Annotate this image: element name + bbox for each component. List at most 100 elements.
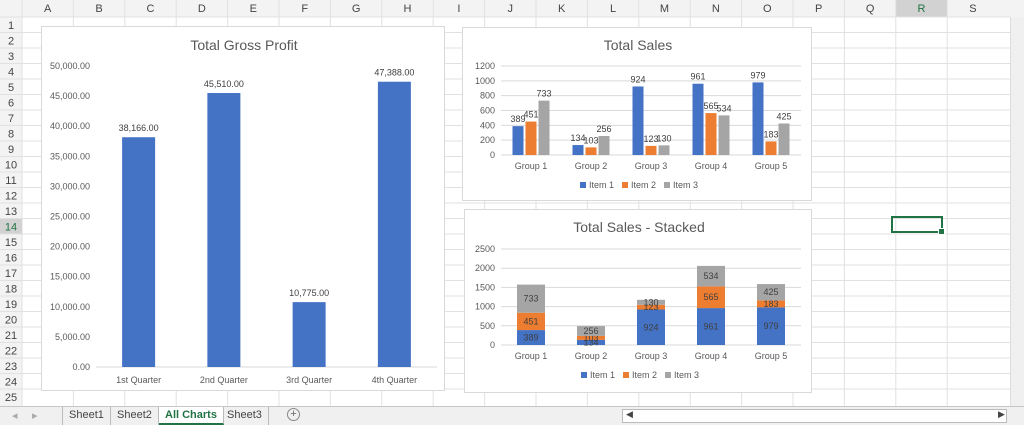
bar[interactable] bbox=[632, 86, 644, 155]
row-header[interactable]: 12 bbox=[5, 191, 17, 203]
column-header[interactable]: B bbox=[95, 3, 102, 15]
row-header[interactable]: 22 bbox=[5, 346, 17, 358]
bar[interactable] bbox=[122, 137, 156, 367]
column-header[interactable]: A bbox=[44, 3, 52, 15]
scroll-left-icon[interactable]: ◂ bbox=[12, 409, 18, 422]
column-header[interactable]: S bbox=[969, 3, 976, 15]
column-header[interactable]: C bbox=[147, 3, 155, 15]
data-label: 924 bbox=[643, 322, 658, 332]
row-header[interactable]: 9 bbox=[8, 144, 14, 156]
column-header[interactable]: Q bbox=[866, 3, 875, 15]
column-header[interactable]: F bbox=[301, 3, 308, 15]
column-header[interactable]: R bbox=[918, 3, 926, 15]
row-header[interactable]: 13 bbox=[5, 206, 17, 218]
column-header[interactable]: P bbox=[815, 3, 822, 15]
x-tick-label: 2nd Quarter bbox=[200, 375, 248, 385]
column-header[interactable]: M bbox=[660, 3, 669, 15]
chart-total-sales-stacked[interactable]: Total Sales - Stacked 0 500 1000 1500 2000 250… bbox=[464, 209, 812, 393]
row-header[interactable]: 23 bbox=[5, 361, 17, 373]
bar[interactable] bbox=[765, 141, 777, 155]
bar[interactable] bbox=[585, 147, 597, 155]
row-header[interactable]: 19 bbox=[5, 299, 17, 311]
row-header[interactable]: 20 bbox=[5, 315, 17, 327]
scroll-right-arrow-icon[interactable]: ▶ bbox=[998, 409, 1005, 420]
bar[interactable] bbox=[512, 126, 524, 155]
row-header[interactable]: 16 bbox=[5, 253, 17, 265]
row-header[interactable]: 15 bbox=[5, 237, 17, 249]
column-header[interactable]: I bbox=[457, 3, 460, 15]
column-header[interactable]: N bbox=[712, 3, 720, 15]
selected-cell[interactable] bbox=[891, 216, 945, 235]
bar[interactable] bbox=[377, 81, 411, 367]
row-header[interactable]: 3 bbox=[8, 51, 14, 63]
bar[interactable] bbox=[207, 93, 241, 368]
row-header[interactable]: 25 bbox=[5, 392, 17, 404]
bar[interactable] bbox=[705, 113, 717, 155]
bar[interactable] bbox=[645, 145, 657, 155]
y-tick-label: 0 bbox=[490, 340, 495, 350]
row-header[interactable]: 14 bbox=[5, 222, 17, 234]
legend-label: Item 2 bbox=[632, 370, 657, 380]
x-tick-label: Group 2 bbox=[575, 351, 608, 361]
row-header[interactable]: 6 bbox=[8, 98, 14, 110]
data-label: 924 bbox=[630, 74, 645, 84]
chart-title: Total Sales - Stacked bbox=[573, 219, 705, 235]
column-header[interactable]: H bbox=[404, 3, 412, 15]
bar[interactable] bbox=[598, 136, 610, 155]
x-tick-label: 1st Quarter bbox=[116, 375, 161, 385]
row-header[interactable]: 2 bbox=[8, 36, 14, 48]
data-label: 534 bbox=[716, 103, 731, 113]
data-label: 979 bbox=[763, 321, 778, 331]
column-header[interactable]: E bbox=[250, 3, 257, 15]
tab-sheet2[interactable]: Sheet2 bbox=[111, 407, 159, 425]
scroll-left-arrow-icon[interactable]: ◀ bbox=[626, 409, 633, 420]
data-label: 45,510.00 bbox=[204, 79, 244, 89]
tab-sheet3[interactable]: Sheet3 bbox=[221, 407, 269, 425]
tab-sheet1[interactable]: Sheet1 bbox=[62, 407, 111, 425]
data-label: 130 bbox=[656, 133, 671, 143]
column-header[interactable]: L bbox=[610, 3, 616, 15]
column-header[interactable]: K bbox=[558, 3, 566, 15]
bar[interactable] bbox=[538, 100, 550, 155]
horizontal-scrollbar[interactable] bbox=[622, 409, 1007, 423]
data-label: 565 bbox=[703, 292, 718, 302]
row-header[interactable]: 24 bbox=[5, 377, 17, 389]
bar[interactable] bbox=[778, 123, 790, 155]
row-header[interactable]: 5 bbox=[8, 82, 14, 94]
data-label: 451 bbox=[523, 316, 538, 326]
row-header[interactable]: 1 bbox=[8, 20, 14, 32]
column-header[interactable]: D bbox=[198, 3, 206, 15]
y-tick-label: 1500 bbox=[475, 282, 495, 292]
chart-total-sales[interactable]: Total Sales 0 200 400 600 800 1000 1200 Group 13… bbox=[462, 27, 812, 201]
row-header[interactable]: 8 bbox=[8, 129, 14, 141]
bar[interactable] bbox=[658, 145, 670, 155]
column-header[interactable]: G bbox=[352, 3, 361, 15]
bar[interactable] bbox=[572, 145, 584, 155]
bar[interactable] bbox=[718, 115, 730, 155]
vertical-scrollbar[interactable] bbox=[1010, 17, 1024, 406]
y-tick-label: 45,000.00 bbox=[50, 91, 90, 101]
plus-circle-icon[interactable]: + bbox=[287, 408, 300, 421]
bar[interactable] bbox=[292, 302, 326, 367]
x-tick-label: Group 1 bbox=[515, 161, 548, 171]
column-header[interactable]: O bbox=[763, 3, 772, 15]
bar[interactable] bbox=[752, 82, 764, 155]
row-header[interactable]: 21 bbox=[5, 330, 17, 342]
row-header[interactable]: 10 bbox=[5, 160, 17, 172]
bar[interactable] bbox=[692, 83, 704, 155]
x-tick-label: Group 4 bbox=[695, 351, 728, 361]
row-header[interactable]: 17 bbox=[5, 268, 17, 280]
chart-total-gross-profit[interactable]: Total Gross Profit 0.00 5,000.00 10,000.00 1… bbox=[41, 26, 445, 391]
bar[interactable] bbox=[525, 121, 537, 155]
row-header[interactable]: 11 bbox=[5, 175, 16, 187]
chart-title: Total Sales bbox=[604, 37, 672, 53]
column-header[interactable]: J bbox=[508, 3, 514, 15]
x-tick-label: Group 5 bbox=[755, 351, 788, 361]
row-header[interactable]: 7 bbox=[8, 113, 14, 125]
row-header[interactable]: 4 bbox=[8, 67, 14, 79]
legend-label: Item 1 bbox=[589, 180, 614, 190]
data-label: 733 bbox=[536, 89, 551, 99]
tab-all-charts[interactable]: All Charts bbox=[159, 407, 224, 425]
row-header[interactable]: 18 bbox=[5, 284, 17, 296]
scroll-right-icon[interactable]: ▸ bbox=[32, 409, 38, 422]
